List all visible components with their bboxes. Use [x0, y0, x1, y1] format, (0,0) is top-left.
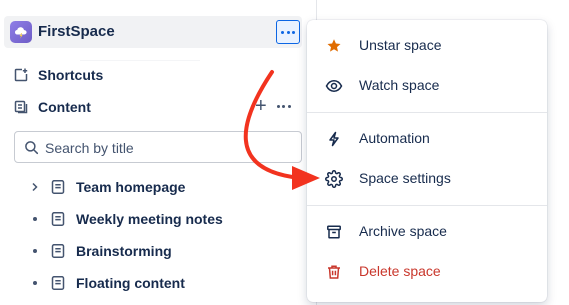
sidebar-item-content[interactable]: Content	[12, 95, 91, 119]
page-icon	[50, 211, 66, 227]
divider	[80, 60, 200, 61]
space-avatar-icon	[10, 21, 32, 43]
menu-item-label: Automation	[359, 130, 430, 146]
tree-item-label: Team homepage	[76, 179, 186, 195]
search-input[interactable]	[45, 138, 290, 158]
eye-icon	[325, 77, 343, 95]
more-horizontal-icon	[281, 30, 295, 34]
lightning-icon	[325, 130, 343, 148]
content-icon	[12, 98, 30, 116]
search-field[interactable]	[14, 131, 302, 163]
plus-icon[interactable]: +	[255, 96, 267, 116]
sidebar-item-shortcuts[interactable]: Shortcuts	[12, 63, 103, 87]
sidebar-item-label: Content	[38, 99, 91, 115]
tree-item-weekly-meeting-notes[interactable]: Weekly meeting notes	[28, 207, 223, 231]
shortcut-icon	[12, 66, 30, 84]
space-more-button[interactable]	[276, 20, 300, 44]
bullet-icon	[28, 276, 42, 290]
space-name: FirstSpace	[38, 23, 115, 40]
archive-icon	[325, 223, 343, 241]
sidebar: FirstSpace Shortcuts Content + Search by…	[0, 0, 316, 305]
gear-icon	[325, 170, 343, 188]
menu-item-label: Space settings	[359, 170, 451, 186]
chevron-right-icon[interactable]	[28, 180, 42, 194]
menu-item-watch-space[interactable]: Watch space	[307, 66, 547, 106]
tree-item-floating-content[interactable]: Floating content	[28, 271, 185, 295]
menu-item-automation[interactable]: Automation	[307, 119, 547, 159]
sidebar-item-label: Shortcuts	[38, 67, 104, 83]
bullet-icon	[28, 244, 42, 258]
menu-separator	[307, 205, 547, 206]
menu-item-label: Unstar space	[359, 37, 442, 53]
more-horizontal-icon[interactable]	[276, 104, 291, 108]
tree-item-label: Weekly meeting notes	[76, 211, 223, 227]
star-icon	[325, 37, 343, 55]
page-icon	[50, 243, 66, 259]
page-icon	[50, 179, 66, 195]
page-icon	[50, 275, 66, 291]
bullet-icon	[28, 212, 42, 226]
menu-item-label: Delete space	[359, 263, 441, 279]
content-actions: +	[255, 96, 291, 116]
tree-item-brainstorming[interactable]: Brainstorming	[28, 239, 172, 263]
trash-icon	[325, 263, 343, 281]
search-icon	[24, 140, 39, 160]
menu-item-delete-space[interactable]: Delete space	[307, 252, 547, 292]
menu-item-label: Archive space	[359, 223, 447, 239]
menu-item-space-settings[interactable]: Space settings	[307, 159, 547, 199]
space-actions-menu: Unstar space Watch space Automation Spac…	[307, 20, 547, 302]
tree-item-label: Floating content	[76, 275, 185, 291]
menu-item-unstar-space[interactable]: Unstar space	[307, 26, 547, 66]
space-header[interactable]: FirstSpace	[4, 16, 302, 48]
menu-separator	[307, 112, 547, 113]
menu-item-label: Watch space	[359, 77, 440, 93]
tree-item-team-homepage[interactable]: Team homepage	[28, 175, 185, 199]
tree-item-label: Brainstorming	[76, 243, 172, 259]
menu-item-archive-space[interactable]: Archive space	[307, 212, 547, 252]
